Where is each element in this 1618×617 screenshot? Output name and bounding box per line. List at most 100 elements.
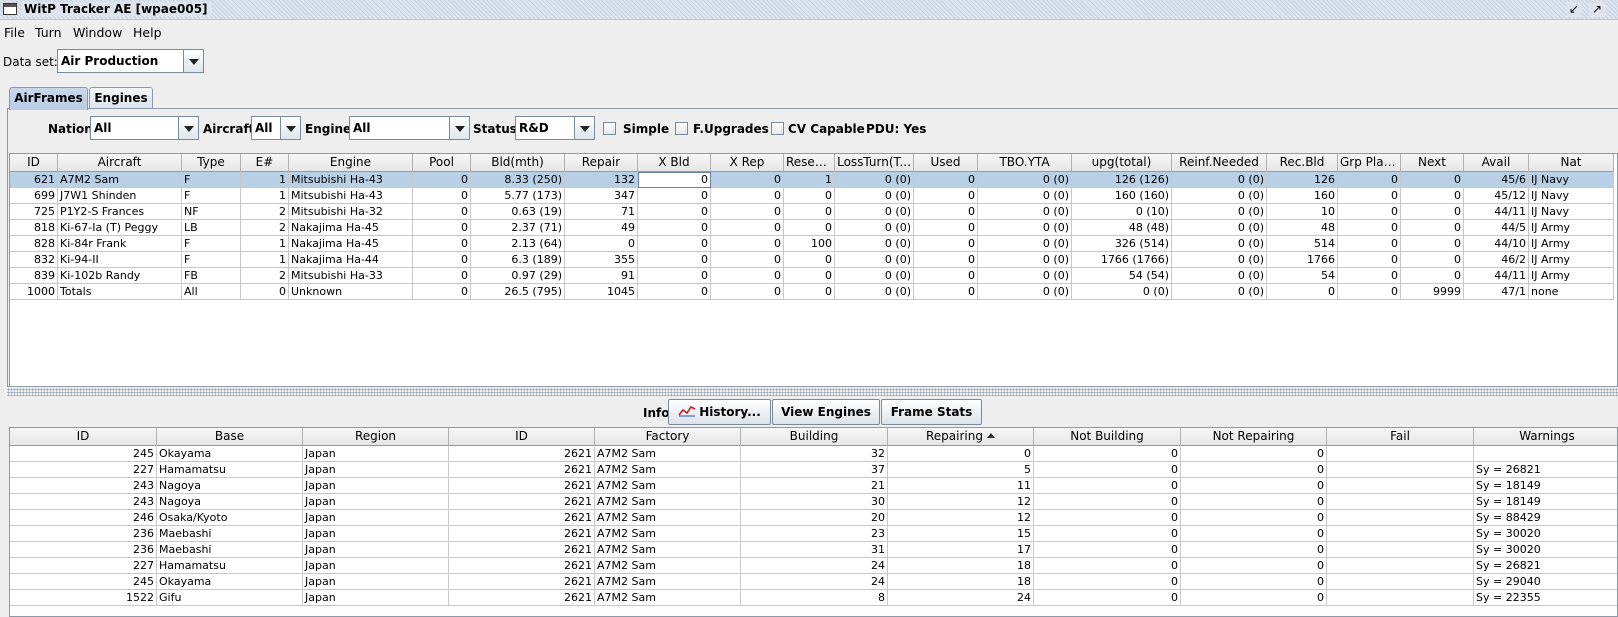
table-cell[interactable]: 818 [10,220,58,236]
table-cell[interactable]: Sy = 30020 [1474,526,1617,542]
table-cell[interactable]: A7M2 Sam [595,574,741,590]
table-cell[interactable]: 0 [1034,526,1181,542]
table-row[interactable]: 839 Ki-102b Randy FB 2 Mitsubishi Ha-33 0 0.97… [10,268,1614,284]
table-cell[interactable]: 47/1 [1464,284,1529,300]
table-cell[interactable]: 0 [413,204,471,220]
table-cell[interactable]: F [182,188,241,204]
table-cell[interactable]: Japan [303,590,449,606]
table-cell[interactable]: 0 [1181,590,1327,606]
chevron-down-icon[interactable] [449,117,469,139]
table-cell[interactable] [1327,462,1474,478]
table-cell[interactable]: 24 [741,558,888,574]
table-cell[interactable]: 0.63 (19) [471,204,565,220]
table-cell[interactable]: 0 [1338,220,1401,236]
table-cell[interactable]: 10 [1267,204,1338,220]
table-cell[interactable]: 699 [10,188,58,204]
table-cell[interactable]: Ki-94-II [58,252,182,268]
table-cell[interactable]: 44/5 [1464,220,1529,236]
table-cell[interactable]: 0 (0) [835,284,914,300]
table-cell[interactable]: 0 [1401,188,1464,204]
table-row[interactable]: 725 P1Y2-S Frances NF 2 Mitsubishi Ha-32 0 0.6… [10,204,1614,220]
table-cell[interactable]: Okayama [157,574,303,590]
table-row[interactable]: 243 Nagoya Japan 2621 A7M2 Sam 21 11 0 0 Sy = 181… [10,478,1617,494]
table-cell[interactable]: 0 [1034,478,1181,494]
table-cell[interactable]: Japan [303,462,449,478]
table-cell[interactable]: Sy = 29040 [1474,574,1617,590]
table-cell[interactable]: 2621 [449,478,595,494]
table-cell[interactable]: IJ Army [1529,236,1614,252]
table-cell[interactable]: 0 [914,220,978,236]
table-cell[interactable]: 126 [1267,172,1338,188]
table-cell[interactable]: 0 [711,204,784,220]
table-cell[interactable]: A7M2 Sam [595,510,741,526]
table-cell[interactable]: 227 [10,558,157,574]
chevron-down-icon[interactable] [178,117,198,139]
table-cell[interactable]: LB [182,220,241,236]
table-cell[interactable]: 5.77 (173) [471,188,565,204]
table-cell[interactable]: FB [182,268,241,284]
column-header[interactable]: TBO.YTA [978,154,1072,172]
table-cell[interactable]: 0 [784,220,835,236]
table-cell[interactable]: 2 [241,204,289,220]
table-cell[interactable]: 30 [741,494,888,510]
column-header[interactable]: Nat [1529,154,1614,172]
table-cell[interactable]: Nakajima Ha-44 [289,252,413,268]
table-cell[interactable]: 46/2 [1464,252,1529,268]
table-cell[interactable]: 24 [888,590,1034,606]
table-cell[interactable]: 71 [565,204,638,220]
table-cell[interactable]: 0 [1034,574,1181,590]
table-cell[interactable]: A7M2 Sam [595,542,741,558]
frame-stats-button[interactable]: Frame Stats [881,399,982,425]
table-cell[interactable]: 0 [1034,462,1181,478]
table-cell[interactable]: 0 [1338,284,1401,300]
table-cell[interactable]: Japan [303,542,449,558]
table-cell[interactable]: 0 (0) [835,268,914,284]
table-cell[interactable]: 2621 [449,446,595,462]
table-cell[interactable]: 44/11 [1464,204,1529,220]
table-cell[interactable]: 0 (10) [1072,204,1172,220]
table-cell[interactable]: 132 [565,172,638,188]
table-cell[interactable]: A7M2 Sam [595,446,741,462]
table-cell[interactable]: 0 [1034,494,1181,510]
simple-checkbox[interactable] [603,122,616,135]
table-cell[interactable]: Sy = 26821 [1474,462,1617,478]
column-header[interactable]: Fail [1327,428,1474,446]
table-row[interactable]: 1522 Gifu Japan 2621 A7M2 Sam 8 24 0 0 Sy = 22355 [10,590,1617,606]
maximize-icon[interactable]: ↗ [1589,2,1605,17]
table-cell[interactable]: IJ Navy [1529,188,1614,204]
table-cell[interactable]: 0 (0) [835,220,914,236]
table-cell[interactable] [1474,446,1617,462]
table-cell[interactable]: 0 [784,204,835,220]
table-cell[interactable]: 621 [10,172,58,188]
table-cell[interactable]: 0 [888,446,1034,462]
column-header[interactable]: Rec.Bld [1267,154,1338,172]
column-header[interactable]: Avail [1464,154,1529,172]
table-cell[interactable]: Sy = 88429 [1474,510,1617,526]
table-cell[interactable]: IJ Army [1529,220,1614,236]
column-header[interactable]: Engine [289,154,413,172]
table-cell[interactable]: 18 [888,574,1034,590]
menu-turn[interactable]: Turn [35,25,62,40]
table-cell[interactable]: 0 (0) [978,188,1072,204]
table-cell[interactable]: 11 [888,478,1034,494]
table-cell[interactable]: 2621 [449,590,595,606]
table-cell[interactable]: 243 [10,478,157,494]
table-cell[interactable]: 54 (54) [1072,268,1172,284]
column-header[interactable]: X Rep [711,154,784,172]
table-cell[interactable]: 0 [1401,172,1464,188]
table-cell[interactable]: 0 [413,236,471,252]
table-cell[interactable]: 0 [1401,268,1464,284]
table-cell[interactable]: 0 (0) [1072,284,1172,300]
table-cell[interactable]: 0 [638,172,711,188]
table-cell[interactable]: IJ Army [1529,252,1614,268]
table-cell[interactable]: 0 [711,172,784,188]
table-cell[interactable]: 0 [413,268,471,284]
table-cell[interactable]: P1Y2-S Frances [58,204,182,220]
table-cell[interactable]: 0 [638,284,711,300]
table-cell[interactable]: Nagoya [157,494,303,510]
table-cell[interactable]: 0 (0) [1172,236,1267,252]
table-cell[interactable] [1327,494,1474,510]
table-cell[interactable]: 160 (160) [1072,188,1172,204]
table-row[interactable]: 236 Maebashi Japan 2621 A7M2 Sam 31 17 0 0 Sy = 3… [10,542,1617,558]
table-cell[interactable]: Japan [303,558,449,574]
